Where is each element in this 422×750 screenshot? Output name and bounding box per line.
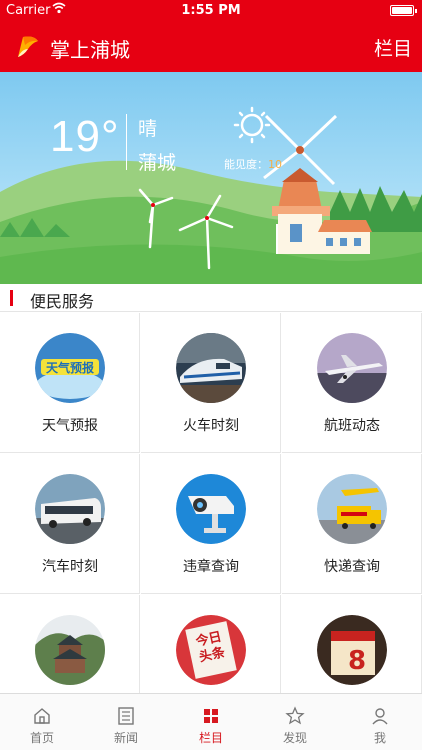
user-icon [370,706,390,726]
visibility: 能见度：10 [224,156,282,172]
train-icon [176,333,246,403]
delivery-truck-icon [317,474,387,544]
landscape-illustration [0,72,422,284]
visibility-label: 能见度： [224,158,268,171]
service-bus-schedule[interactable]: 汽车时刻 [0,454,140,594]
service-item[interactable] [0,595,140,693]
service-label: 火车时刻 [183,418,239,434]
divider [126,114,127,170]
nav-bar: 掌上浦城 栏目 [0,22,422,72]
tab-news[interactable]: 新闻 [84,694,168,750]
app-title: 掌上浦城 [50,38,130,62]
discover-icon [285,706,305,726]
status-time: 1:55 PM [181,3,241,18]
tab-discover[interactable]: 发现 [253,694,337,750]
city-name: 蒲城 [138,152,177,174]
service-violation-query[interactable]: 违章查询 [141,454,281,594]
top-bar: Carrier 1:55 PM 掌上浦城 栏目 [0,0,422,72]
tab-label: 栏目 [198,731,223,745]
service-item[interactable]: 今日 头条 [141,595,281,693]
service-weather-forecast[interactable]: 天气预报 天气预报 [0,313,140,453]
weather-forecast-icon: 天气预报 [35,333,105,403]
home-icon [32,706,52,726]
section-title: 便民服务 [30,292,95,311]
news-icon [116,706,136,726]
svg-text:天气预报: 天气预报 [46,360,94,375]
tab-home[interactable]: 首页 [0,694,84,750]
visibility-value: 10 [268,158,282,171]
landmark-icon [35,615,105,685]
temperature: 19° [50,112,120,161]
service-flight-status[interactable]: 航班动态 [282,313,422,453]
tab-label: 首页 [29,731,54,745]
app-logo-icon [14,33,42,61]
weather-banner[interactable]: 19° 晴 蒲城 能见度：10 [0,72,422,284]
airplane-icon [317,333,387,403]
tab-label: 新闻 [113,731,138,745]
service-grid: 天气预报 天气预报 火车时刻 航班动态 汽车时刻 违章查询 快递查询 今日 头条… [0,313,422,693]
service-train-schedule[interactable]: 火车时刻 [141,313,281,453]
service-label: 汽车时刻 [42,559,98,575]
bus-icon [35,474,105,544]
service-label: 违章查询 [183,559,239,575]
battery-icon [390,5,417,16]
section-header: 便民服务 [0,284,422,312]
columns-menu-button[interactable]: 栏目 [374,34,412,61]
section-marker [10,290,13,306]
today-headlines-icon: 今日 头条 [176,615,246,685]
tab-label: 发现 [282,731,307,745]
tab-columns[interactable]: 栏目 [169,694,253,750]
calendar-icon: 8 [317,615,387,685]
weather-condition: 晴 [138,118,158,140]
status-bar: Carrier 1:55 PM [0,0,422,22]
calendar-number: 8 [348,646,366,676]
service-express-query[interactable]: 快递查询 [282,454,422,594]
tab-me[interactable]: 我 [338,694,422,750]
tab-label: 我 [373,731,386,745]
traffic-camera-icon [176,474,246,544]
tab-bar: 首页 新闻 栏目 发现 我 [0,693,422,750]
service-item[interactable]: 8 [282,595,422,693]
service-label: 天气预报 [42,418,98,434]
service-label: 航班动态 [324,418,380,434]
service-label: 快递查询 [324,559,380,575]
grid-icon [201,706,221,726]
